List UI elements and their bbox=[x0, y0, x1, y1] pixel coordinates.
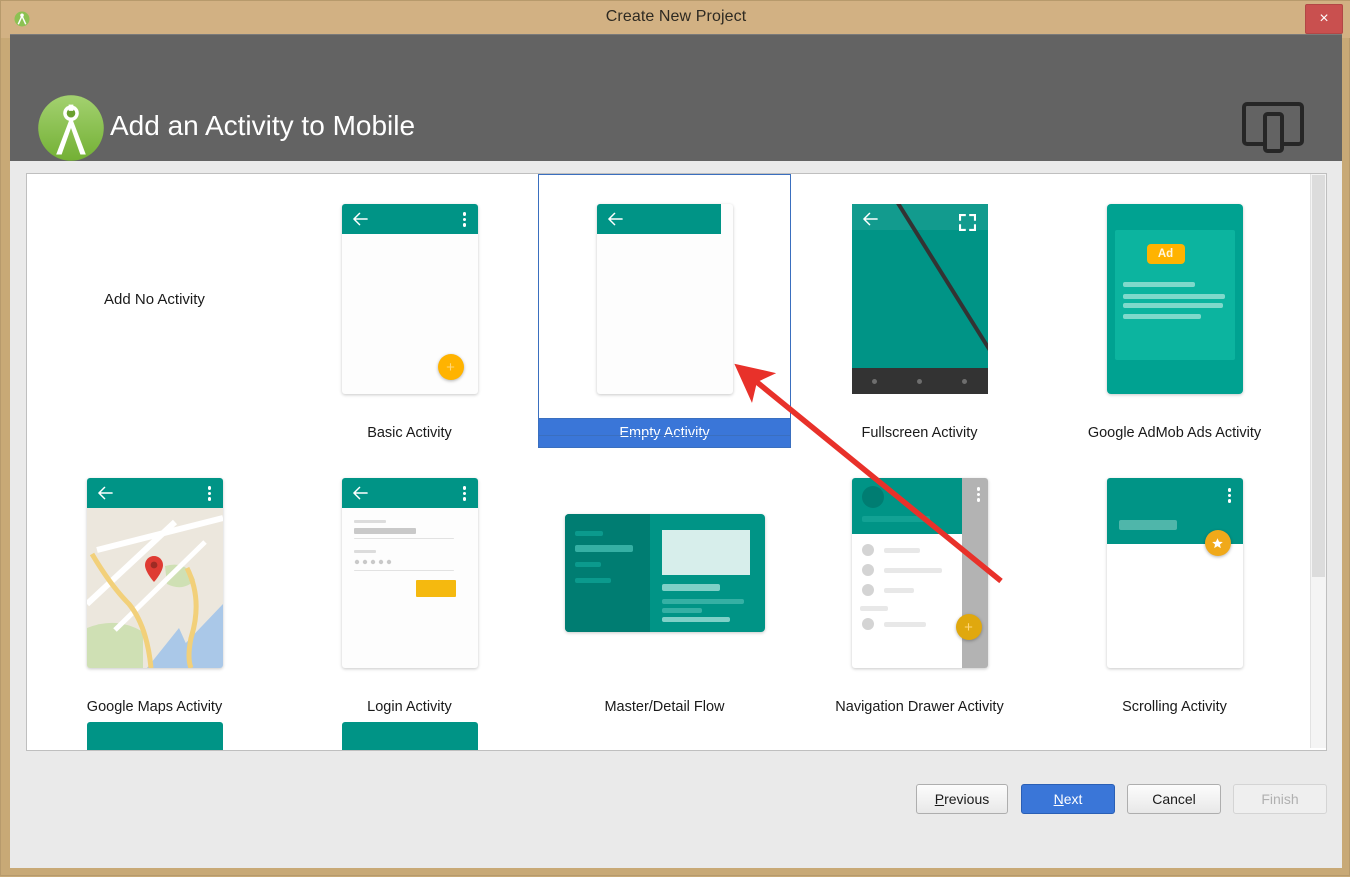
close-icon: × bbox=[1319, 10, 1329, 27]
thumbnail-fullscreen-activity bbox=[851, 204, 988, 394]
template-scrolling-activity[interactable]: Scrolling Activity bbox=[1047, 448, 1302, 722]
finish-button: Finish bbox=[1233, 784, 1327, 814]
thumbnail-admob-activity: Ad bbox=[1106, 204, 1243, 394]
thumbnail-empty-activity bbox=[596, 204, 733, 394]
fullscreen-expand-icon bbox=[958, 214, 976, 231]
overflow-menu-icon bbox=[1227, 488, 1232, 503]
template-caption bbox=[27, 418, 282, 448]
overflow-menu-icon bbox=[207, 486, 212, 501]
template-caption: Fullscreen Activity bbox=[861, 425, 978, 441]
avatar bbox=[861, 486, 884, 508]
thumbnail-partial bbox=[341, 722, 478, 750]
template-row: Add No Activity + Basic Activity Empty A… bbox=[27, 174, 1310, 448]
map-canvas bbox=[86, 508, 223, 668]
previous-mnemonic: P bbox=[934, 791, 945, 807]
next-mnemonic: N bbox=[1053, 791, 1064, 807]
template-caption: Navigation Drawer Activity bbox=[835, 699, 1004, 715]
overflow-menu-icon bbox=[462, 212, 467, 227]
template-caption: Master/Detail Flow bbox=[604, 699, 725, 715]
template-label: Add No Activity bbox=[104, 290, 205, 308]
back-arrow-icon bbox=[97, 486, 113, 500]
login-submit-button-shape bbox=[415, 580, 456, 597]
template-basic-activity[interactable]: + Basic Activity bbox=[282, 174, 537, 448]
back-arrow-icon bbox=[352, 212, 368, 226]
thumbnail-navigation-drawer-activity: + bbox=[851, 478, 988, 668]
thumbnail-login-activity bbox=[341, 478, 478, 668]
overflow-menu-icon bbox=[462, 486, 467, 501]
next-button[interactable]: Next bbox=[1021, 784, 1115, 814]
page-title: Add an Activity to Mobile bbox=[110, 110, 416, 141]
scrollbar-thumb[interactable] bbox=[1312, 175, 1325, 577]
cancel-label: Cancel bbox=[1152, 791, 1196, 807]
fab-icon: + bbox=[437, 354, 464, 380]
vertical-scrollbar[interactable] bbox=[1310, 174, 1326, 748]
dialog-footer: Previous Next Cancel Finish bbox=[10, 758, 1342, 868]
template-row-partial bbox=[27, 722, 1310, 750]
template-login-activity[interactable]: Login Activity bbox=[282, 448, 537, 722]
template-row: Google Maps Activity Login Activity Mast… bbox=[27, 448, 1310, 722]
template-caption: Empty Activity bbox=[538, 418, 791, 448]
back-arrow-icon bbox=[352, 486, 368, 500]
window-title: Create New Project bbox=[605, 8, 747, 25]
thumbnail-basic-activity: + bbox=[341, 204, 478, 394]
template-caption: Google Maps Activity bbox=[86, 699, 223, 715]
thumbnail-maps-activity bbox=[86, 478, 223, 668]
close-button[interactable]: × bbox=[1305, 4, 1343, 34]
activity-template-grid: Add No Activity + Basic Activity Empty A… bbox=[26, 173, 1327, 751]
next-label-rest: ext bbox=[1063, 791, 1083, 807]
template-caption: Login Activity bbox=[367, 699, 452, 715]
previous-button[interactable]: Previous bbox=[916, 784, 1008, 814]
template-navigation-drawer-activity[interactable]: + Navigation Drawer Activity bbox=[792, 448, 1047, 722]
password-dots-icon bbox=[354, 559, 391, 565]
fab-star-icon bbox=[1204, 530, 1231, 556]
cancel-button[interactable]: Cancel bbox=[1127, 784, 1221, 814]
template-caption: Basic Activity bbox=[367, 425, 452, 441]
thumbnail-scrolling-activity bbox=[1106, 478, 1243, 668]
template-caption: Google AdMob Ads Activity bbox=[1087, 425, 1262, 441]
back-arrow-icon bbox=[607, 212, 623, 226]
android-studio-logo bbox=[38, 95, 104, 161]
template-master-detail-flow[interactable]: Master/Detail Flow bbox=[537, 448, 792, 722]
template-google-maps-activity[interactable]: Google Maps Activity bbox=[27, 448, 282, 722]
previous-label-rest: revious bbox=[944, 791, 990, 807]
template-caption: Scrolling Activity bbox=[1122, 699, 1227, 715]
template-add-no-activity[interactable]: Add No Activity bbox=[27, 174, 282, 448]
template-google-admob-ads-activity[interactable]: Ad Google AdMob Ads Activity bbox=[1047, 174, 1302, 448]
overflow-menu-icon bbox=[976, 487, 981, 504]
map-pin-icon bbox=[144, 556, 163, 582]
thumbnail-partial bbox=[86, 722, 223, 750]
template-empty-activity[interactable]: Empty Activity bbox=[537, 174, 792, 448]
dialog-header: Add an Activity to Mobile bbox=[10, 34, 1342, 162]
back-arrow-icon bbox=[862, 212, 878, 226]
dialog-body: Add No Activity + Basic Activity Empty A… bbox=[10, 161, 1342, 868]
thumbnail-master-detail-flow bbox=[564, 514, 765, 632]
title-bar: Create New Project × bbox=[1, 1, 1350, 38]
fab-icon: + bbox=[955, 614, 982, 640]
finish-label: Finish bbox=[1261, 791, 1299, 807]
thumbnail-none: Add No Activity bbox=[27, 180, 282, 418]
create-new-project-dialog: Create New Project × Add an Activity to … bbox=[0, 0, 1350, 876]
ad-badge: Ad bbox=[1146, 244, 1185, 264]
mobile-device-icon bbox=[1242, 102, 1304, 153]
template-fullscreen-activity[interactable]: Fullscreen Activity bbox=[792, 174, 1047, 448]
